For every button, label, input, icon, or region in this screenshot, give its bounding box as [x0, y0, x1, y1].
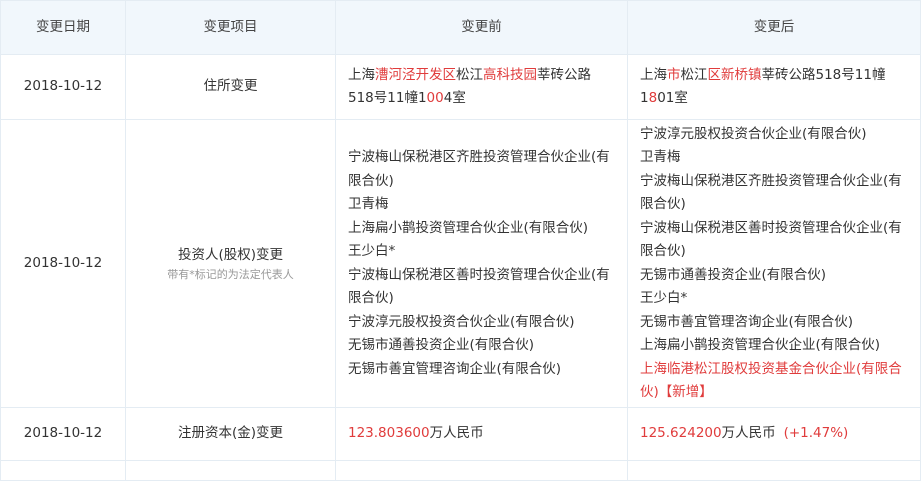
investor-item: 无锡市通善投资企业(有限合伙): [640, 266, 827, 283]
header-change-item: 变更项目: [125, 0, 336, 55]
address-segment: 00: [426, 90, 444, 106]
before-capital: 123.803600万人民币: [335, 407, 628, 461]
address-segment: 市: [667, 66, 681, 83]
address-segment: 松江: [456, 66, 483, 83]
address-segment: 01室: [657, 90, 688, 106]
investor-item: 宁波梅山保税港区善时投资管理合伙企业(有限合伙): [348, 266, 610, 307]
address-segment: 区新桥镇: [707, 66, 762, 83]
investor-item: 宁波梅山保税港区善时投资管理合伙企业(有限合伙): [640, 219, 902, 260]
investor-item: 宁波淳元股权投资合伙企业(有限合伙): [640, 125, 867, 142]
after-capital: 125.624200万人民币 (+1.47%): [627, 407, 921, 461]
investor-item: 宁波梅山保税港区齐胜投资管理合伙企业(有限合伙): [640, 172, 902, 213]
investor-item: 无锡市通善投资企业(有限合伙): [348, 337, 535, 353]
investor-item: 王少白*: [640, 290, 688, 306]
row-item: 住所变更: [125, 54, 336, 120]
header-before: 变更前: [335, 0, 628, 55]
row-date: 2018-10-12: [0, 54, 126, 120]
investor-item: 卫青梅: [348, 196, 389, 212]
address-segment: 漕河泾开发区: [375, 66, 456, 83]
header-after: 变更后: [627, 0, 921, 55]
investor-item: 王少白*: [348, 243, 396, 259]
before-investors: 宁波梅山保税港区齐胜投资管理合伙企业(有限合伙) 卫青梅上海扁小鹊投资管理合伙企业…: [335, 119, 628, 408]
table-row: 2018-10-12 注册资本(金)变更 123.803600万人民币 125.…: [0, 407, 921, 461]
investor-item: 卫青梅: [640, 149, 681, 165]
new-investor: 上海临港松江股权投资基金合伙企业(有限合伙)【新增】: [640, 360, 902, 401]
investor-item: 宁波梅山保税港区齐胜投资管理合伙企业(有限合伙): [348, 149, 610, 189]
address-segment: 松江: [680, 66, 708, 83]
table-row: 2018-10-12 投资人(股权)变更 带有*标记的为法定代表人 宁波梅山保税…: [0, 119, 921, 408]
table-header-row: 变更日期 变更项目 变更前 变更后: [0, 0, 921, 55]
table-row: 2018-10-12 住所变更 上海漕河泾开发区松江高科技园莘砖公路518号11…: [0, 54, 921, 120]
after-capital-unit: 万人民币: [721, 425, 776, 442]
address-segment: 上海: [348, 66, 375, 83]
after-address: 上海市松江区新桥镇莘砖公路518号11幢1801室: [627, 54, 921, 120]
table-row: [0, 460, 921, 481]
row-item-cell: 投资人(股权)变更 带有*标记的为法定代表人: [125, 119, 336, 408]
before-address: 上海漕河泾开发区松江高科技园莘砖公路518号11幢1004室: [335, 54, 628, 120]
investor-item: 上海扁小鹊投资管理合伙企业(有限合伙): [640, 337, 881, 353]
address-segment: 上海: [640, 66, 667, 83]
capital-change-percent: (+1.47%): [783, 425, 849, 442]
after-investors: 宁波淳元股权投资合伙企业(有限合伙) 卫青梅宁波梅山保税港区齐胜投资管理合伙企业(…: [627, 119, 921, 408]
row-item: 投资人(股权)变更: [177, 246, 284, 263]
investor-item: 宁波淳元股权投资合伙企业(有限合伙): [348, 313, 575, 330]
before-capital-value: 123.803600: [348, 425, 430, 442]
row-date: 2018-10-12: [0, 407, 126, 461]
row-date: 2018-10-12: [0, 119, 126, 408]
address-segment: 高科技园: [483, 66, 537, 83]
after-capital-value: 125.624200: [640, 425, 722, 442]
investor-item: 无锡市善宜管理咨询企业(有限合伙): [640, 313, 854, 330]
investor-item: 上海扁小鹊投资管理合伙企业(有限合伙): [348, 219, 589, 236]
row-item: 注册资本(金)变更: [125, 407, 336, 461]
address-segment: 室: [452, 90, 466, 106]
address-segment: 8: [648, 90, 658, 106]
header-change-date: 变更日期: [0, 0, 126, 55]
before-capital-unit: 万人民币: [429, 425, 484, 442]
change-record-table: 变更日期 变更项目 变更前 变更后 2018-10-12 住所变更 上海漕河泾开…: [0, 0, 921, 481]
legal-rep-note: 带有*标记的为法定代表人: [167, 268, 294, 282]
investor-item: 无锡市善宜管理咨询企业(有限合伙): [348, 360, 562, 377]
